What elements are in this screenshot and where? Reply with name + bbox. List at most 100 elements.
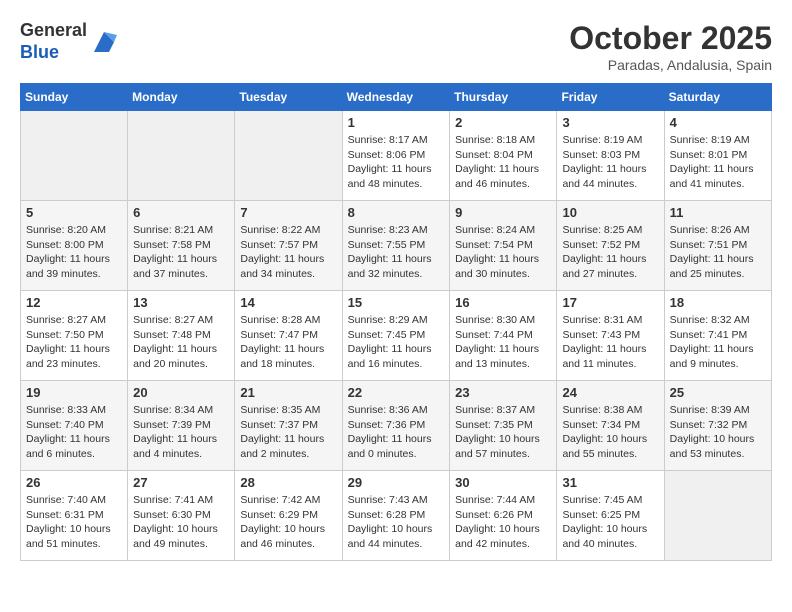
day-number: 14 bbox=[240, 295, 336, 310]
header-wednesday: Wednesday bbox=[342, 84, 450, 111]
calendar-day: 17 Sunrise: 8:31 AM Sunset: 7:43 PM Dayli… bbox=[557, 291, 664, 381]
calendar-day: 27Sunrise: 7:41 AM Sunset: 6:30 PM Dayli… bbox=[128, 471, 235, 561]
header-sunday: Sunday bbox=[21, 84, 128, 111]
day-number: 2 bbox=[455, 115, 551, 130]
calendar-day: 7 Sunrise: 8:22 AM Sunset: 7:57 PM Daylig… bbox=[235, 201, 342, 291]
calendar-day: 13Sunrise: 8:27 AM Sunset: 7:48 PM Dayli… bbox=[128, 291, 235, 381]
day-info: Sunrise: 8:22 AM Sunset: 7:57 PM Dayligh… bbox=[240, 223, 336, 282]
day-number: 11 bbox=[670, 205, 766, 220]
day-info: Sunrise: 8:19 AM Sunset: 8:03 PM Dayligh… bbox=[562, 133, 658, 192]
day-number: 24 bbox=[562, 385, 658, 400]
calendar-day: 16 Sunrise: 8:30 AM Sunset: 7:44 PM Dayli… bbox=[450, 291, 557, 381]
calendar-day: 29 Sunrise: 7:43 AM Sunset: 6:28 PM Dayli… bbox=[342, 471, 450, 561]
day-info: Sunrise: 8:24 AM Sunset: 7:54 PM Dayligh… bbox=[455, 223, 551, 282]
calendar-day bbox=[128, 111, 235, 201]
location: Paradas, Andalusia, Spain bbox=[569, 57, 772, 73]
day-number: 23 bbox=[455, 385, 551, 400]
calendar-day: 4 Sunrise: 8:19 AM Sunset: 8:01 PM Daylig… bbox=[664, 111, 771, 201]
day-number: 21 bbox=[240, 385, 336, 400]
logo-icon bbox=[89, 27, 119, 57]
calendar-day bbox=[235, 111, 342, 201]
calendar-day bbox=[664, 471, 771, 561]
day-info: Sunrise: 8:31 AM Sunset: 7:43 PM Dayligh… bbox=[562, 313, 658, 372]
day-number: 16 bbox=[455, 295, 551, 310]
day-number: 20 bbox=[133, 385, 229, 400]
calendar-day: 19 Sunrise: 8:33 AM Sunset: 7:40 PM Dayli… bbox=[21, 381, 128, 471]
day-number: 15 bbox=[348, 295, 445, 310]
header-monday: Monday bbox=[128, 84, 235, 111]
day-number: 13 bbox=[133, 295, 229, 310]
day-info: Sunrise: 8:39 AM Sunset: 7:32 PM Dayligh… bbox=[670, 403, 766, 462]
header-friday: Friday bbox=[557, 84, 664, 111]
day-number: 12 bbox=[26, 295, 122, 310]
day-info: Sunrise: 8:26 AM Sunset: 7:51 PM Dayligh… bbox=[670, 223, 766, 282]
day-info: Sunrise: 8:36 AM Sunset: 7:36 PM Dayligh… bbox=[348, 403, 445, 462]
day-info: Sunrise: 7:42 AM Sunset: 6:29 PM Dayligh… bbox=[240, 493, 336, 552]
day-info: Sunrise: 8:23 AM Sunset: 7:55 PM Dayligh… bbox=[348, 223, 445, 282]
calendar-day: 30 Sunrise: 7:44 AM Sunset: 6:26 PM Dayli… bbox=[450, 471, 557, 561]
header-thursday: Thursday bbox=[450, 84, 557, 111]
day-number: 17 bbox=[562, 295, 658, 310]
calendar-day: 15Sunrise: 8:29 AM Sunset: 7:45 PM Dayli… bbox=[342, 291, 450, 381]
calendar-day: 10 Sunrise: 8:25 AM Sunset: 7:52 PM Dayli… bbox=[557, 201, 664, 291]
calendar-day: 23 Sunrise: 8:37 AM Sunset: 7:35 PM Dayli… bbox=[450, 381, 557, 471]
day-number: 25 bbox=[670, 385, 766, 400]
day-info: Sunrise: 8:33 AM Sunset: 7:40 PM Dayligh… bbox=[26, 403, 122, 462]
calendar-day: 1 Sunrise: 8:17 AM Sunset: 8:06 PM Daylig… bbox=[342, 111, 450, 201]
day-info: Sunrise: 8:34 AM Sunset: 7:39 PM Dayligh… bbox=[133, 403, 229, 462]
day-number: 1 bbox=[348, 115, 445, 130]
day-info: Sunrise: 7:43 AM Sunset: 6:28 PM Dayligh… bbox=[348, 493, 445, 552]
header-saturday: Saturday bbox=[664, 84, 771, 111]
calendar-day: 12 Sunrise: 8:27 AM Sunset: 7:50 PM Dayli… bbox=[21, 291, 128, 381]
day-number: 10 bbox=[562, 205, 658, 220]
calendar-week-5: 26 Sunrise: 7:40 AM Sunset: 6:31 PM Dayli… bbox=[21, 471, 772, 561]
calendar-day: 18 Sunrise: 8:32 AM Sunset: 7:41 PM Dayli… bbox=[664, 291, 771, 381]
header-tuesday: Tuesday bbox=[235, 84, 342, 111]
calendar-table: SundayMondayTuesdayWednesdayThursdayFrid… bbox=[20, 83, 772, 561]
calendar-day: 22 Sunrise: 8:36 AM Sunset: 7:36 PM Dayli… bbox=[342, 381, 450, 471]
calendar-week-4: 19 Sunrise: 8:33 AM Sunset: 7:40 PM Dayli… bbox=[21, 381, 772, 471]
logo-text: General Blue bbox=[20, 20, 119, 63]
calendar-day: 21 Sunrise: 8:35 AM Sunset: 7:37 PM Dayli… bbox=[235, 381, 342, 471]
day-number: 22 bbox=[348, 385, 445, 400]
logo-general: General bbox=[20, 20, 87, 40]
day-info: Sunrise: 8:18 AM Sunset: 8:04 PM Dayligh… bbox=[455, 133, 551, 192]
calendar-day: 25 Sunrise: 8:39 AM Sunset: 7:32 PM Dayli… bbox=[664, 381, 771, 471]
day-number: 4 bbox=[670, 115, 766, 130]
day-info: Sunrise: 8:37 AM Sunset: 7:35 PM Dayligh… bbox=[455, 403, 551, 462]
day-number: 27 bbox=[133, 475, 229, 490]
day-number: 9 bbox=[455, 205, 551, 220]
day-number: 26 bbox=[26, 475, 122, 490]
calendar-week-3: 12 Sunrise: 8:27 AM Sunset: 7:50 PM Dayli… bbox=[21, 291, 772, 381]
day-info: Sunrise: 8:30 AM Sunset: 7:44 PM Dayligh… bbox=[455, 313, 551, 372]
day-number: 31 bbox=[562, 475, 658, 490]
day-number: 30 bbox=[455, 475, 551, 490]
calendar-day: 31 Sunrise: 7:45 AM Sunset: 6:25 PM Dayli… bbox=[557, 471, 664, 561]
day-info: Sunrise: 8:25 AM Sunset: 7:52 PM Dayligh… bbox=[562, 223, 658, 282]
calendar-day: 2 Sunrise: 8:18 AM Sunset: 8:04 PM Daylig… bbox=[450, 111, 557, 201]
day-number: 3 bbox=[562, 115, 658, 130]
day-number: 19 bbox=[26, 385, 122, 400]
calendar-header-row: SundayMondayTuesdayWednesdayThursdayFrid… bbox=[21, 84, 772, 111]
calendar-day: 9 Sunrise: 8:24 AM Sunset: 7:54 PM Daylig… bbox=[450, 201, 557, 291]
month-year: October 2025 bbox=[569, 20, 772, 57]
calendar-day: 6Sunrise: 8:21 AM Sunset: 7:58 PM Daylig… bbox=[128, 201, 235, 291]
day-info: Sunrise: 8:35 AM Sunset: 7:37 PM Dayligh… bbox=[240, 403, 336, 462]
day-info: Sunrise: 8:17 AM Sunset: 8:06 PM Dayligh… bbox=[348, 133, 445, 192]
day-info: Sunrise: 8:19 AM Sunset: 8:01 PM Dayligh… bbox=[670, 133, 766, 192]
day-number: 7 bbox=[240, 205, 336, 220]
day-number: 29 bbox=[348, 475, 445, 490]
day-number: 18 bbox=[670, 295, 766, 310]
calendar-day: 24Sunrise: 8:38 AM Sunset: 7:34 PM Dayli… bbox=[557, 381, 664, 471]
logo: General Blue bbox=[20, 20, 119, 63]
calendar-day: 8Sunrise: 8:23 AM Sunset: 7:55 PM Daylig… bbox=[342, 201, 450, 291]
page-header: General Blue October 2025 Paradas, Andal… bbox=[20, 20, 772, 73]
day-info: Sunrise: 7:44 AM Sunset: 6:26 PM Dayligh… bbox=[455, 493, 551, 552]
calendar-day: 5Sunrise: 8:20 AM Sunset: 8:00 PM Daylig… bbox=[21, 201, 128, 291]
calendar-day: 14Sunrise: 8:28 AM Sunset: 7:47 PM Dayli… bbox=[235, 291, 342, 381]
day-info: Sunrise: 8:27 AM Sunset: 7:50 PM Dayligh… bbox=[26, 313, 122, 372]
day-info: Sunrise: 8:32 AM Sunset: 7:41 PM Dayligh… bbox=[670, 313, 766, 372]
day-info: Sunrise: 7:45 AM Sunset: 6:25 PM Dayligh… bbox=[562, 493, 658, 552]
day-info: Sunrise: 7:40 AM Sunset: 6:31 PM Dayligh… bbox=[26, 493, 122, 552]
calendar-day: 28Sunrise: 7:42 AM Sunset: 6:29 PM Dayli… bbox=[235, 471, 342, 561]
